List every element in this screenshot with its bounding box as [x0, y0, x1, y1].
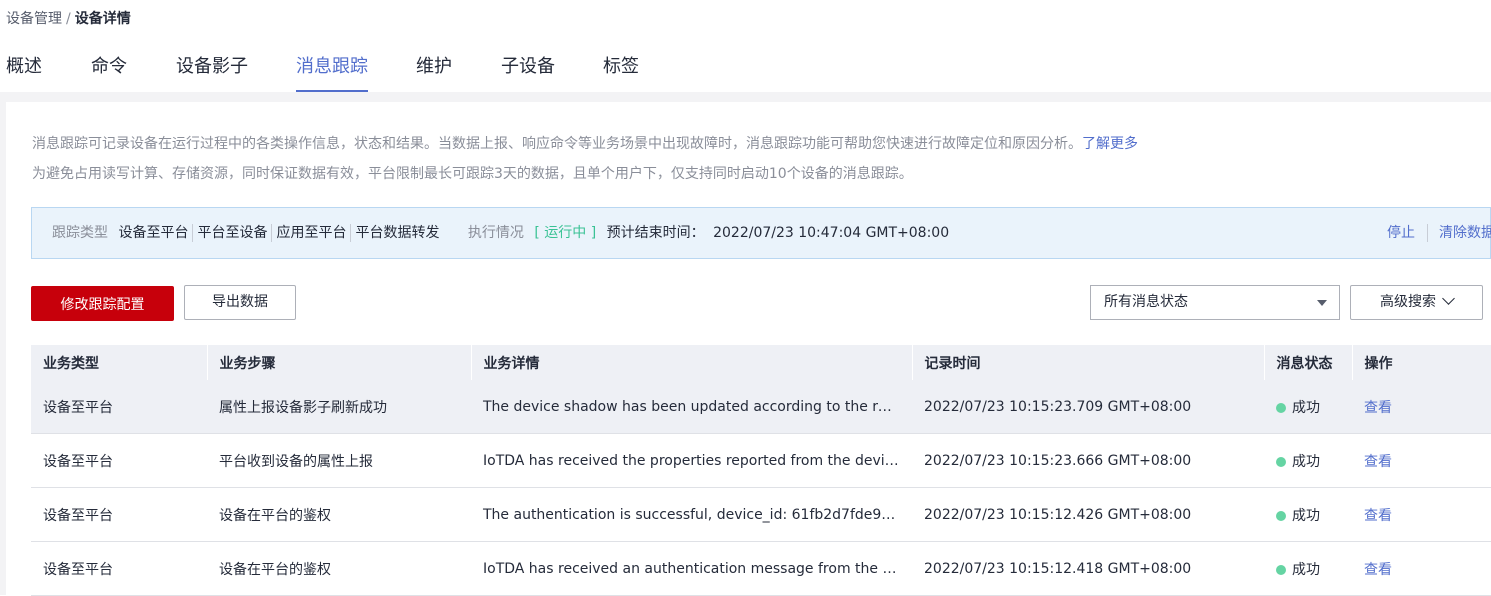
modify-trace-config-button[interactable]: 修改跟踪配置: [31, 286, 174, 321]
table-header-row: 业务类型 业务步骤 业务详情 记录时间 消息状态 操作: [31, 345, 1491, 380]
cell-type: 设备至平台: [31, 380, 207, 434]
status-text: 成功: [1292, 399, 1320, 416]
cell-type: 设备至平台: [31, 541, 207, 596]
view-link[interactable]: 查看: [1364, 508, 1392, 524]
breadcrumb-parent[interactable]: 设备管理: [6, 11, 62, 27]
divider: [192, 224, 194, 242]
cell-detail: IoTDA has received the properties report…: [471, 433, 912, 488]
tab-maintenance[interactable]: 维护: [416, 44, 452, 90]
cell-action: 查看: [1352, 433, 1491, 488]
status-text: 成功: [1292, 453, 1320, 470]
cell-type: 设备至平台: [31, 487, 207, 542]
tab-bar: 概述 命令 设备影子 消息跟踪 维护 子设备 标签: [0, 44, 1491, 93]
view-link[interactable]: 查看: [1364, 562, 1392, 578]
trace-info-bar: 跟踪类型 设备至平台 平台至设备 应用至平台 平台数据转发 执行情况 [ 运行中 ] …: [31, 207, 1491, 259]
status-text: 成功: [1292, 561, 1320, 578]
trace-type-device-to-platform: 设备至平台: [118, 225, 189, 241]
cell-status: 成功: [1264, 433, 1352, 488]
exec-status-value: [ 运行中 ]: [534, 225, 597, 241]
caret-down-icon: [1317, 300, 1327, 306]
breadcrumb-current: 设备详情: [74, 11, 131, 27]
message-status-select[interactable]: 所有消息状态: [1090, 285, 1340, 320]
cell-time: 2022/07/23 10:15:12.426 GMT+08:00: [912, 487, 1264, 542]
exec-status-label: 执行情况: [467, 225, 524, 241]
table-row[interactable]: 设备至平台 属性上报设备影子刷新成功 The device shadow has…: [31, 380, 1491, 434]
divider: [271, 224, 273, 242]
description-line-2: 为避免占用读写计算、存储资源，同时保证数据有效，平台限制最长可跟踪3天的数据，且…: [32, 166, 913, 182]
trace-type-data-forwarding: 平台数据转发: [355, 225, 440, 241]
success-dot-icon: [1276, 402, 1286, 413]
cell-step: 设备在平台的鉴权: [207, 541, 471, 596]
table-row[interactable]: 设备至平台 设备在平台的鉴权 The authentication is suc…: [31, 487, 1491, 542]
end-time-label: 预计结束时间：: [606, 225, 705, 241]
cell-step: 设备在平台的鉴权: [207, 487, 471, 542]
trace-type-platform-to-device: 平台至设备: [197, 225, 268, 241]
trace-type-label: 跟踪类型: [52, 225, 108, 241]
header-business-step: 业务步骤: [207, 345, 472, 380]
cell-action: 查看: [1352, 487, 1491, 542]
description-text-1: 消息跟踪可记录设备在运行过程中的各类操作信息，状态和结果。当数据上报、响应命令等…: [32, 136, 1082, 152]
header-action: 操作: [1352, 345, 1491, 380]
cell-status: 成功: [1264, 541, 1352, 596]
cell-action: 查看: [1352, 541, 1491, 596]
table-row[interactable]: 设备至平台 平台收到设备的属性上报 IoTDA has received the…: [31, 433, 1491, 488]
header-business-type: 业务类型: [31, 345, 208, 380]
cell-detail: The authentication is successful, device…: [471, 487, 912, 542]
success-dot-icon: [1276, 510, 1286, 521]
success-dot-icon: [1276, 456, 1286, 467]
tab-overview[interactable]: 概述: [6, 44, 42, 90]
cell-time: 2022/07/23 10:15:12.418 GMT+08:00: [912, 541, 1264, 596]
view-link[interactable]: 查看: [1364, 400, 1392, 416]
cell-detail: IoTDA has received an authentication mes…: [471, 541, 912, 596]
breadcrumb: 设备管理 / 设备详情: [6, 8, 131, 28]
export-data-button[interactable]: 导出数据: [184, 285, 296, 320]
end-time-value: 2022/07/23 10:47:04 GMT+08:00: [713, 225, 950, 241]
tab-tags[interactable]: 标签: [603, 44, 639, 90]
breadcrumb-separator: /: [66, 11, 71, 27]
description-line-1: 消息跟踪可记录设备在运行过程中的各类操作信息，状态和结果。当数据上报、响应命令等…: [32, 133, 1138, 153]
cell-type: 设备至平台: [31, 433, 207, 488]
cell-step: 平台收到设备的属性上报: [207, 433, 471, 488]
success-dot-icon: [1276, 564, 1286, 575]
trace-table: 业务类型 业务步骤 业务详情 记录时间 消息状态 操作 设备至平台 属性上报设备…: [31, 345, 1491, 596]
message-status-select-value: 所有消息状态: [1104, 294, 1188, 310]
cell-time: 2022/07/23 10:15:23.709 GMT+08:00: [912, 380, 1264, 434]
view-link[interactable]: 查看: [1364, 454, 1392, 470]
header-message-status: 消息状态: [1264, 345, 1353, 380]
tab-device-shadow[interactable]: 设备影子: [176, 44, 248, 90]
tab-message-trace[interactable]: 消息跟踪: [296, 44, 368, 92]
divider: [350, 224, 352, 242]
trace-type-app-to-platform: 应用至平台: [276, 225, 347, 241]
stop-link[interactable]: 停止: [1387, 208, 1415, 258]
clear-data-link[interactable]: 清除数据: [1439, 208, 1491, 258]
header-business-detail: 业务详情: [471, 345, 913, 380]
trace-info-content: 跟踪类型 设备至平台 平台至设备 应用至平台 平台数据转发 执行情况 [ 运行中 ] …: [52, 208, 949, 258]
cell-time: 2022/07/23 10:15:23.666 GMT+08:00: [912, 433, 1264, 488]
learn-more-link[interactable]: 了解更多: [1082, 136, 1138, 152]
advanced-search-button[interactable]: 高级搜索: [1350, 285, 1483, 320]
cell-step: 属性上报设备影子刷新成功: [207, 380, 471, 434]
cell-detail: The device shadow has been updated accor…: [471, 380, 912, 434]
advanced-search-label: 高级搜索: [1380, 294, 1436, 310]
chevron-down-icon: [1442, 292, 1455, 305]
tab-commands[interactable]: 命令: [91, 44, 127, 90]
header-record-time: 记录时间: [912, 345, 1265, 380]
status-text: 成功: [1292, 507, 1320, 524]
cell-status: 成功: [1264, 487, 1352, 542]
table-row[interactable]: 设备至平台 设备在平台的鉴权 IoTDA has received an aut…: [31, 541, 1491, 596]
divider: [1427, 224, 1428, 242]
cell-status: 成功: [1264, 380, 1352, 434]
cell-action: 查看: [1352, 380, 1491, 434]
tab-sub-devices[interactable]: 子设备: [501, 44, 555, 90]
